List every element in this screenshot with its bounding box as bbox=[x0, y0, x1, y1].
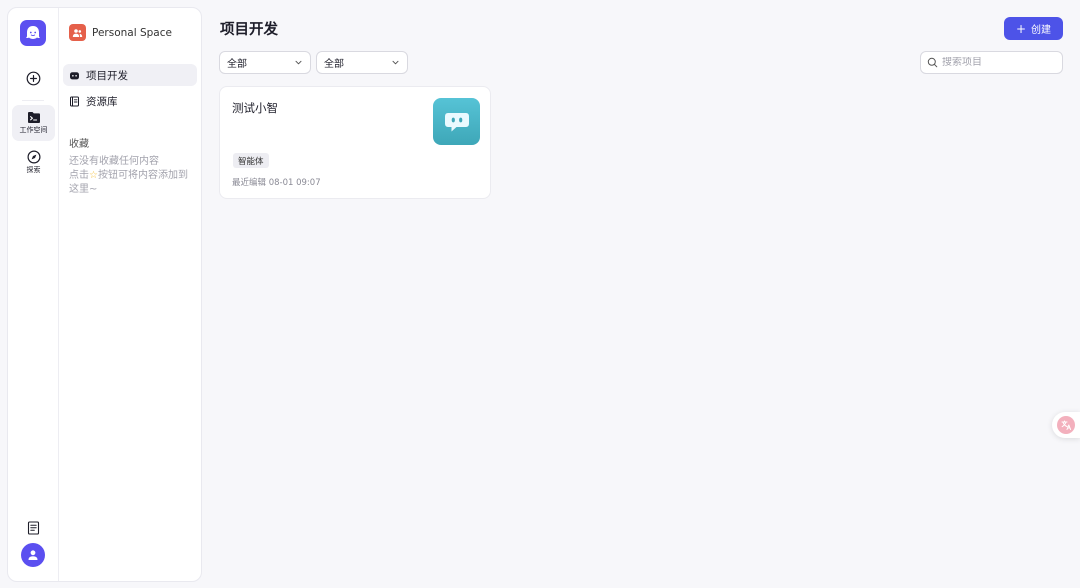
document-icon bbox=[27, 521, 40, 535]
library-icon bbox=[70, 96, 79, 106]
chevron-down-icon bbox=[295, 60, 302, 65]
terminal-folder-icon bbox=[27, 112, 40, 123]
owner-filter-value: 全部 bbox=[324, 59, 344, 70]
chevron-down-icon bbox=[392, 60, 399, 65]
type-filter-select[interactable]: 全部 bbox=[219, 51, 311, 74]
search-box[interactable] bbox=[920, 51, 1063, 74]
user-avatar[interactable] bbox=[21, 543, 45, 567]
create-button[interactable]: + 创建 bbox=[1004, 17, 1063, 40]
type-filter-value: 全部 bbox=[227, 59, 247, 70]
space-switcher[interactable]: Personal Space bbox=[69, 24, 172, 41]
nav-item-resources[interactable]: 资源库 bbox=[63, 90, 197, 112]
space-name: Personal Space bbox=[92, 26, 172, 39]
search-icon bbox=[927, 57, 938, 68]
compass-icon bbox=[26, 149, 41, 164]
project-type-badge: 智能体 bbox=[233, 153, 269, 168]
chat-bubble-icon bbox=[433, 98, 480, 145]
page-title: 项目开发 bbox=[220, 22, 278, 38]
favorites-empty-text: 还没有收藏任何内容 点击☆按钮可将内容添加到这里~ bbox=[69, 155, 197, 197]
nav-item-project-dev-label: 项目开发 bbox=[86, 69, 128, 82]
docs-button[interactable] bbox=[12, 513, 55, 543]
star-icon: ☆ bbox=[89, 170, 98, 181]
favorites-empty-prefix: 还没有收藏任何内容 bbox=[69, 156, 159, 167]
nav-item-resources-label: 资源库 bbox=[86, 95, 118, 108]
favorites-empty-mid: 点击 bbox=[69, 170, 89, 181]
bot-icon bbox=[70, 71, 79, 79]
plus-circle-icon bbox=[26, 71, 41, 85]
create-button-label: 创建 bbox=[1031, 25, 1052, 36]
people-icon bbox=[69, 24, 86, 41]
ghost-logo-icon bbox=[26, 26, 40, 39]
app-logo[interactable] bbox=[20, 20, 46, 46]
translate-icon bbox=[1057, 416, 1075, 434]
create-plus-button[interactable] bbox=[12, 63, 55, 93]
workspace-nav: Personal Space 项目开发 资源库 收藏 还没有收藏任何内容 点击☆… bbox=[59, 8, 201, 581]
project-last-edited: 最近编辑 08-01 09:07 bbox=[232, 178, 321, 188]
search-input[interactable] bbox=[942, 57, 1052, 68]
plus-icon: + bbox=[1015, 21, 1027, 36]
rail-divider bbox=[22, 100, 44, 101]
project-name: 测试小智 bbox=[232, 101, 278, 115]
rail-item-workspace-label: 工作空间 bbox=[19, 126, 48, 134]
project-card[interactable]: 测试小智 智能体 最近编辑 08-01 09:07 bbox=[219, 86, 491, 199]
nav-item-project-dev[interactable]: 项目开发 bbox=[63, 64, 197, 86]
rail-item-workspace[interactable]: 工作空间 bbox=[12, 105, 55, 141]
icon-rail: 工作空间 探索 bbox=[8, 8, 59, 581]
favorites-title: 收藏 bbox=[69, 139, 89, 150]
rail-item-explore-label: 探索 bbox=[26, 165, 41, 174]
owner-filter-select[interactable]: 全部 bbox=[316, 51, 408, 74]
user-icon bbox=[28, 550, 38, 560]
rail-item-explore[interactable]: 探索 bbox=[12, 144, 55, 180]
sidebar: 工作空间 探索 Personal Space 项目开发 资源库 收藏 还没有收藏… bbox=[7, 7, 202, 582]
floating-helper-button[interactable] bbox=[1052, 412, 1080, 438]
